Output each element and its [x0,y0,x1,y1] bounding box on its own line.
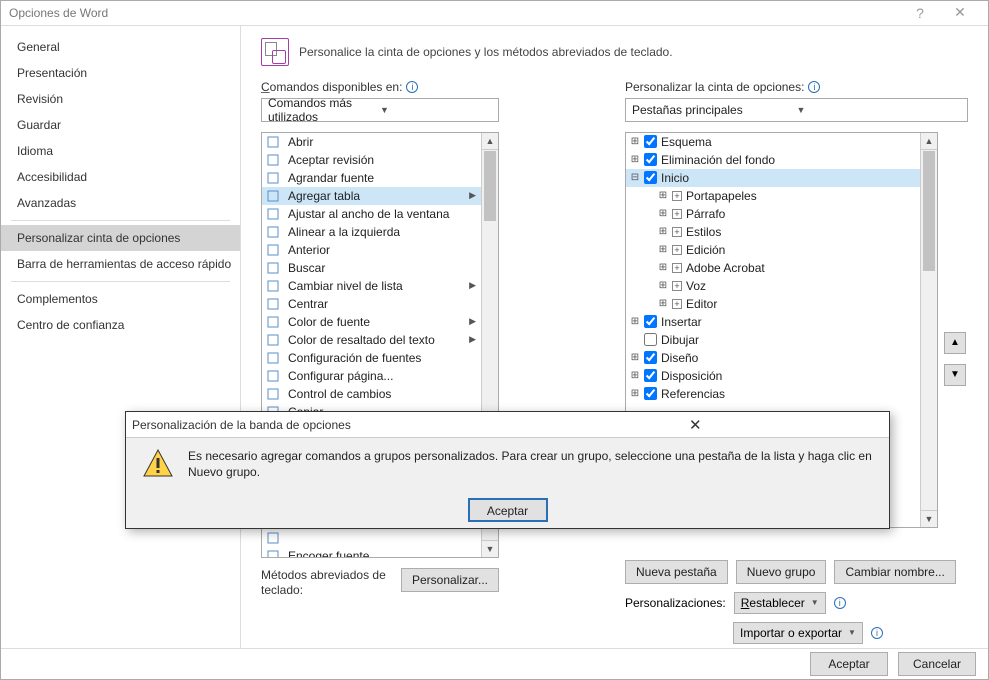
alert-dialog: Personalización de la banda de opciones … [125,411,890,529]
alert-message: Es necesario agregar comandos a grupos p… [188,448,873,480]
close-icon[interactable]: ✕ [508,416,884,434]
alert-ok-button[interactable]: Aceptar [468,498,548,522]
alert-title: Personalización de la banda de opciones [132,418,508,432]
modal-backdrop: Personalización de la banda de opciones … [0,0,989,680]
warning-icon [142,448,174,480]
alert-titlebar: Personalización de la banda de opciones … [126,412,889,438]
